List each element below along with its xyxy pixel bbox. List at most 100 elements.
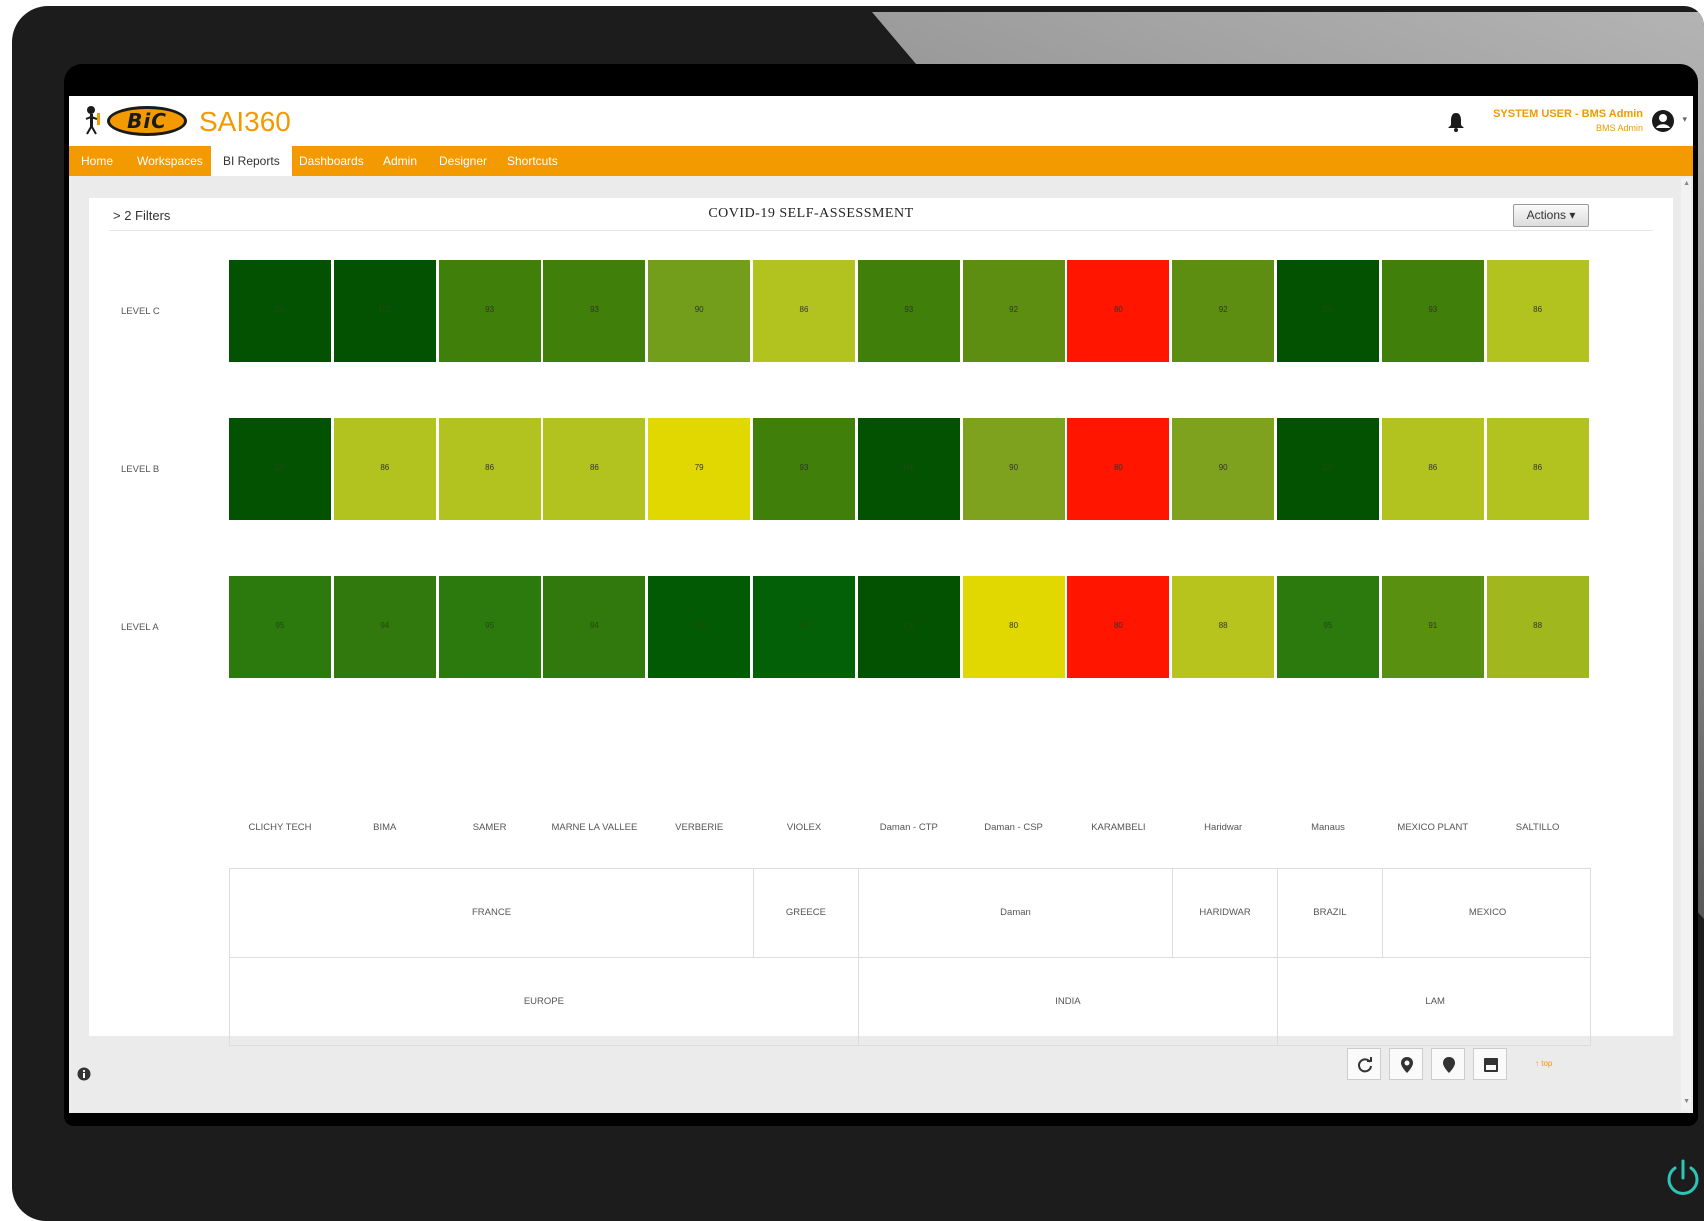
heatmap-cell[interactable]: 100 xyxy=(857,576,960,678)
country-group-cell[interactable]: HARIDWAR xyxy=(1173,869,1278,957)
hierarchy-table: FRANCE GREECE Daman HARIDWAR BRAZIL MEXICO EUR… xyxy=(229,868,1591,1046)
nav-item-designer[interactable]: Designer xyxy=(427,146,499,176)
country-group-cell[interactable]: GREECE xyxy=(754,869,859,957)
nav-item-shortcuts[interactable]: Shortcuts xyxy=(495,146,570,176)
heatmap-value: 90 xyxy=(1009,463,1019,472)
heatmap-cell[interactable]: 91 xyxy=(1381,576,1484,678)
scroll-down-icon[interactable]: ▼ xyxy=(1683,1098,1690,1105)
heatmap-cell[interactable]: 88 xyxy=(1486,576,1589,678)
nav-item-dashboards[interactable]: Dashboards xyxy=(287,146,376,176)
heatmap-value: 100 xyxy=(378,305,392,314)
heatmap-cell[interactable]: 86 xyxy=(1381,418,1484,520)
heatmap-cell[interactable]: 86 xyxy=(1486,418,1589,520)
nav-item-admin[interactable]: Admin xyxy=(371,146,429,176)
map-pin-outline-button[interactable] xyxy=(1389,1048,1423,1080)
heatmap-value: 86 xyxy=(1428,463,1438,472)
site-label: MARNE LA VALLEE xyxy=(551,822,638,833)
heatmap-cell[interactable]: 79 xyxy=(648,418,751,520)
user-name[interactable]: SYSTEM USER - BMS Admin xyxy=(1493,108,1643,120)
top-link[interactable]: ↑ top xyxy=(1535,1059,1552,1068)
heatmap-cell[interactable]: 80 xyxy=(1067,418,1170,520)
scrollbar[interactable] xyxy=(1681,178,1691,1110)
heatmap-cell[interactable]: 86 xyxy=(1486,260,1589,362)
region-group-cell[interactable]: LAM xyxy=(1278,958,1592,1045)
site-label: MEXICO PLANT xyxy=(1397,822,1469,833)
user-avatar-icon[interactable] xyxy=(1651,109,1675,133)
heatmap-cell[interactable]: 100 xyxy=(229,418,331,520)
heatmap-cell[interactable]: 93 xyxy=(753,418,855,520)
map-pin-outline-icon xyxy=(1401,1057,1413,1073)
save-button[interactable] xyxy=(1473,1048,1507,1080)
region-group-cell[interactable]: EUROPE xyxy=(230,958,859,1045)
heatmap-cell[interactable]: 92 xyxy=(962,260,1065,362)
bic-mascot-icon xyxy=(85,106,100,135)
heatmap-cell[interactable]: 90 xyxy=(648,260,751,362)
heatmap-cell[interactable]: 100 xyxy=(333,260,436,362)
heatmap-cell[interactable]: 93 xyxy=(857,260,960,362)
save-icon xyxy=(1484,1058,1498,1072)
bic-logo[interactable]: BiC xyxy=(107,106,187,136)
country-group-cell[interactable]: FRANCE xyxy=(230,869,754,957)
heatmap-cell[interactable]: 93 xyxy=(438,260,541,362)
site-label: BIMA xyxy=(373,822,397,833)
heatmap-cell[interactable]: 94 xyxy=(543,576,646,678)
heatmap-value: 100 xyxy=(902,463,916,472)
heatmap-value: 80 xyxy=(1009,621,1019,630)
heatmap-cell[interactable]: 86 xyxy=(438,418,541,520)
heatmap-cell[interactable]: 95 xyxy=(438,576,541,678)
heatmap-value: 86 xyxy=(1533,463,1543,472)
map-pin-filled-icon xyxy=(1443,1057,1455,1073)
heatmap-cell[interactable]: 100 xyxy=(648,576,751,678)
country-group-cell[interactable]: BRAZIL xyxy=(1278,869,1383,957)
scroll-up-icon[interactable]: ▲ xyxy=(1683,180,1690,187)
heatmap-cell[interactable]: 100 xyxy=(229,260,331,362)
heatmap-cell[interactable]: 100 xyxy=(1277,260,1379,362)
heatmap-cell[interactable]: 100 xyxy=(857,418,960,520)
country-group-cell[interactable]: MEXICO xyxy=(1383,869,1593,957)
heatmap-value: 90 xyxy=(694,305,704,314)
site-label: SAMER xyxy=(472,822,507,833)
heatmap-value: 93 xyxy=(1428,305,1438,314)
heatmap-value: 100 xyxy=(902,621,916,630)
heatmap-cell[interactable]: 80 xyxy=(962,576,1065,678)
power-icon[interactable] xyxy=(1660,1156,1704,1202)
heatmap-value: 100 xyxy=(273,305,287,314)
nav-item-home[interactable]: Home xyxy=(69,146,125,176)
heatmap-cell[interactable]: 80 xyxy=(1067,260,1170,362)
heatmap-cell[interactable]: 95 xyxy=(229,576,331,678)
heatmap-value: 94 xyxy=(589,621,599,630)
chevron-down-icon[interactable]: ▾ xyxy=(1682,114,1687,125)
heatmap-cell[interactable]: 100 xyxy=(1277,418,1379,520)
heatmap-value: 80 xyxy=(1113,463,1123,472)
country-group-cell[interactable]: Daman xyxy=(859,869,1174,957)
heatmap-cell[interactable]: 90 xyxy=(962,418,1065,520)
info-icon[interactable] xyxy=(77,1067,91,1081)
heatmap-cell[interactable]: 80 xyxy=(1067,576,1170,678)
heatmap-value: 100 xyxy=(692,621,706,630)
heatmap-value: 88 xyxy=(1533,621,1543,630)
heatmap-cell[interactable]: 94 xyxy=(333,576,436,678)
heatmap-cell[interactable]: 86 xyxy=(543,418,646,520)
heatmap-value: 93 xyxy=(485,305,495,314)
nav-item-bi-reports[interactable]: BI Reports xyxy=(211,146,292,176)
nav-item-workspaces[interactable]: Workspaces xyxy=(125,146,215,176)
region-group-cell[interactable]: INDIA xyxy=(859,958,1278,1045)
bell-icon[interactable] xyxy=(1447,112,1465,132)
heatmap-cell[interactable]: 88 xyxy=(1172,576,1275,678)
heatmap-cell[interactable]: 92 xyxy=(1172,260,1275,362)
heatmap-cell[interactable]: 86 xyxy=(333,418,436,520)
map-pin-filled-button[interactable] xyxy=(1431,1048,1465,1080)
heatmap-value: 90 xyxy=(1218,463,1228,472)
heatmap-value: 100 xyxy=(1321,305,1335,314)
heatmap-cell[interactable]: 95 xyxy=(1277,576,1379,678)
app-header: BiC SAI360 SYSTEM USER - BMS Admin BMS A… xyxy=(69,96,1693,146)
heatmap-cell[interactable]: 93 xyxy=(1381,260,1484,362)
user-role: BMS Admin xyxy=(1595,123,1643,133)
heatmap-cell[interactable]: 98 xyxy=(753,576,855,678)
heatmap-value: 100 xyxy=(1321,463,1335,472)
refresh-button[interactable] xyxy=(1347,1048,1381,1080)
heatmap-cell[interactable]: 93 xyxy=(543,260,646,362)
heatmap-cell[interactable]: 90 xyxy=(1172,418,1275,520)
heatmap-cell[interactable]: 86 xyxy=(753,260,855,362)
monitor-screen: BiC SAI360 SYSTEM USER - BMS Admin BMS A… xyxy=(64,64,1698,1126)
